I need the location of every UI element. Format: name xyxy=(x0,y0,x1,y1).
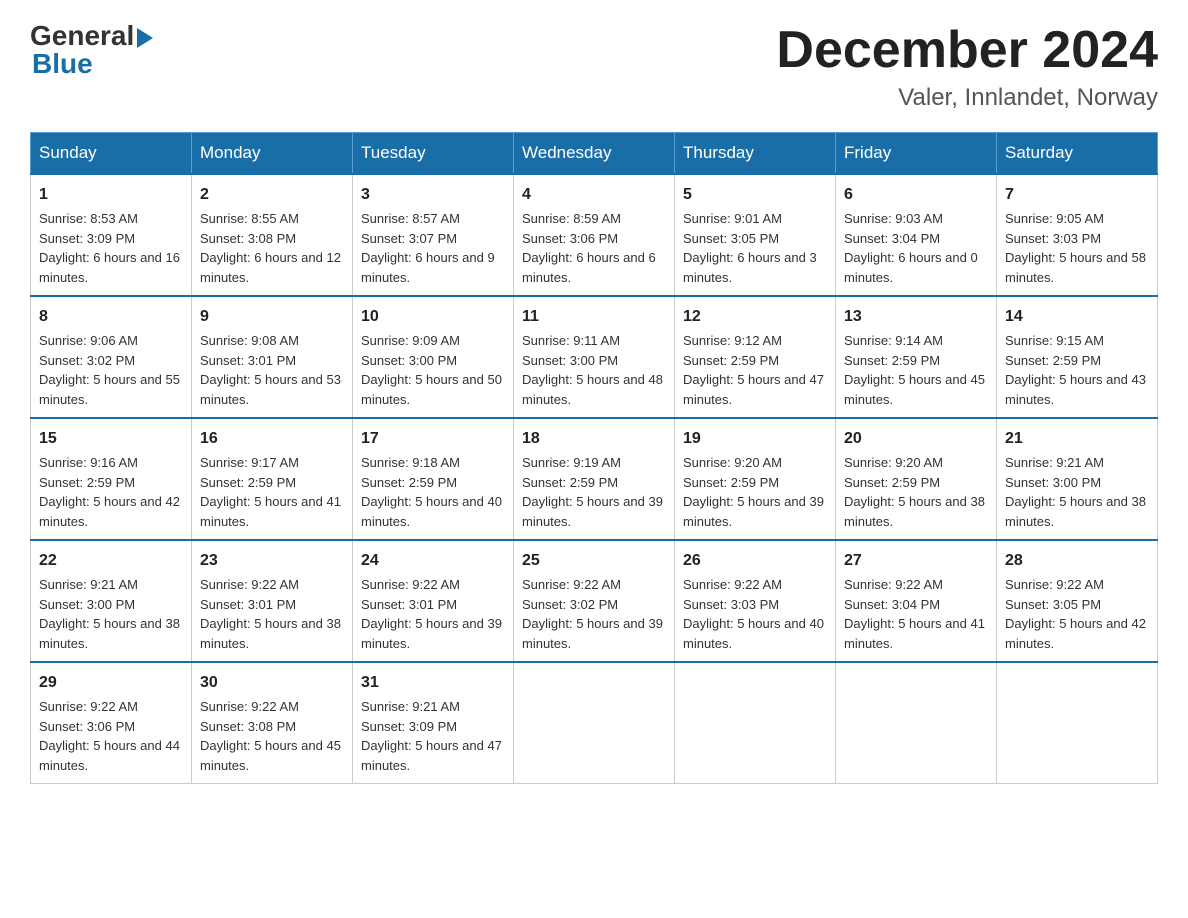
day-number: 24 xyxy=(361,549,505,573)
day-number: 16 xyxy=(200,427,344,451)
day-number: 6 xyxy=(844,183,988,207)
calendar-cell: 15Sunrise: 9:16 AMSunset: 2:59 PMDayligh… xyxy=(31,418,192,540)
day-number: 17 xyxy=(361,427,505,451)
calendar-cell: 8Sunrise: 9:06 AMSunset: 3:02 PMDaylight… xyxy=(31,296,192,418)
day-number: 23 xyxy=(200,549,344,573)
calendar-cell xyxy=(836,662,997,784)
calendar-cell xyxy=(675,662,836,784)
page-header: General Blue December 2024 Valer, Innlan… xyxy=(30,20,1158,112)
day-number: 30 xyxy=(200,671,344,695)
calendar-cell: 2Sunrise: 8:55 AMSunset: 3:08 PMDaylight… xyxy=(192,174,353,296)
title-section: December 2024 Valer, Innlandet, Norway xyxy=(776,20,1158,112)
calendar-cell: 7Sunrise: 9:05 AMSunset: 3:03 PMDaylight… xyxy=(997,174,1158,296)
week-row-1: 1Sunrise: 8:53 AMSunset: 3:09 PMDaylight… xyxy=(31,174,1158,296)
calendar-cell: 26Sunrise: 9:22 AMSunset: 3:03 PMDayligh… xyxy=(675,540,836,662)
calendar-cell: 27Sunrise: 9:22 AMSunset: 3:04 PMDayligh… xyxy=(836,540,997,662)
day-number: 19 xyxy=(683,427,827,451)
day-number: 8 xyxy=(39,305,183,329)
calendar-cell: 5Sunrise: 9:01 AMSunset: 3:05 PMDaylight… xyxy=(675,174,836,296)
calendar-cell: 12Sunrise: 9:12 AMSunset: 2:59 PMDayligh… xyxy=(675,296,836,418)
calendar-cell: 31Sunrise: 9:21 AMSunset: 3:09 PMDayligh… xyxy=(353,662,514,784)
calendar-cell: 1Sunrise: 8:53 AMSunset: 3:09 PMDaylight… xyxy=(31,174,192,296)
logo-arrow-icon xyxy=(137,28,153,48)
calendar-cell: 16Sunrise: 9:17 AMSunset: 2:59 PMDayligh… xyxy=(192,418,353,540)
calendar-cell: 13Sunrise: 9:14 AMSunset: 2:59 PMDayligh… xyxy=(836,296,997,418)
calendar-table: SundayMondayTuesdayWednesdayThursdayFrid… xyxy=(30,132,1158,784)
day-number: 22 xyxy=(39,549,183,573)
calendar-cell: 25Sunrise: 9:22 AMSunset: 3:02 PMDayligh… xyxy=(514,540,675,662)
calendar-cell: 19Sunrise: 9:20 AMSunset: 2:59 PMDayligh… xyxy=(675,418,836,540)
calendar-cell: 9Sunrise: 9:08 AMSunset: 3:01 PMDaylight… xyxy=(192,296,353,418)
day-number: 29 xyxy=(39,671,183,695)
day-number: 27 xyxy=(844,549,988,573)
day-number: 20 xyxy=(844,427,988,451)
day-number: 2 xyxy=(200,183,344,207)
calendar-header-row: SundayMondayTuesdayWednesdayThursdayFrid… xyxy=(31,133,1158,175)
day-number: 25 xyxy=(522,549,666,573)
calendar-cell: 29Sunrise: 9:22 AMSunset: 3:06 PMDayligh… xyxy=(31,662,192,784)
day-number: 21 xyxy=(1005,427,1149,451)
calendar-cell xyxy=(514,662,675,784)
week-row-3: 15Sunrise: 9:16 AMSunset: 2:59 PMDayligh… xyxy=(31,418,1158,540)
day-number: 4 xyxy=(522,183,666,207)
day-number: 11 xyxy=(522,305,666,329)
day-number: 26 xyxy=(683,549,827,573)
day-number: 28 xyxy=(1005,549,1149,573)
column-header-wednesday: Wednesday xyxy=(514,133,675,175)
calendar-cell: 18Sunrise: 9:19 AMSunset: 2:59 PMDayligh… xyxy=(514,418,675,540)
logo-blue-text: Blue xyxy=(32,48,93,80)
calendar-cell: 21Sunrise: 9:21 AMSunset: 3:00 PMDayligh… xyxy=(997,418,1158,540)
calendar-cell: 11Sunrise: 9:11 AMSunset: 3:00 PMDayligh… xyxy=(514,296,675,418)
calendar-cell: 14Sunrise: 9:15 AMSunset: 2:59 PMDayligh… xyxy=(997,296,1158,418)
day-number: 31 xyxy=(361,671,505,695)
day-number: 9 xyxy=(200,305,344,329)
calendar-cell: 28Sunrise: 9:22 AMSunset: 3:05 PMDayligh… xyxy=(997,540,1158,662)
day-number: 3 xyxy=(361,183,505,207)
calendar-cell: 4Sunrise: 8:59 AMSunset: 3:06 PMDaylight… xyxy=(514,174,675,296)
day-number: 14 xyxy=(1005,305,1149,329)
column-header-tuesday: Tuesday xyxy=(353,133,514,175)
day-number: 12 xyxy=(683,305,827,329)
day-number: 15 xyxy=(39,427,183,451)
day-number: 7 xyxy=(1005,183,1149,207)
day-number: 18 xyxy=(522,427,666,451)
column-header-sunday: Sunday xyxy=(31,133,192,175)
column-header-friday: Friday xyxy=(836,133,997,175)
calendar-cell: 20Sunrise: 9:20 AMSunset: 2:59 PMDayligh… xyxy=(836,418,997,540)
week-row-2: 8Sunrise: 9:06 AMSunset: 3:02 PMDaylight… xyxy=(31,296,1158,418)
week-row-4: 22Sunrise: 9:21 AMSunset: 3:00 PMDayligh… xyxy=(31,540,1158,662)
day-number: 13 xyxy=(844,305,988,329)
calendar-cell: 22Sunrise: 9:21 AMSunset: 3:00 PMDayligh… xyxy=(31,540,192,662)
day-number: 1 xyxy=(39,183,183,207)
calendar-cell: 23Sunrise: 9:22 AMSunset: 3:01 PMDayligh… xyxy=(192,540,353,662)
month-title: December 2024 xyxy=(776,20,1158,80)
location-title: Valer, Innlandet, Norway xyxy=(776,84,1158,112)
column-header-monday: Monday xyxy=(192,133,353,175)
day-number: 5 xyxy=(683,183,827,207)
calendar-cell: 17Sunrise: 9:18 AMSunset: 2:59 PMDayligh… xyxy=(353,418,514,540)
calendar-cell: 3Sunrise: 8:57 AMSunset: 3:07 PMDaylight… xyxy=(353,174,514,296)
column-header-saturday: Saturday xyxy=(997,133,1158,175)
calendar-cell: 6Sunrise: 9:03 AMSunset: 3:04 PMDaylight… xyxy=(836,174,997,296)
calendar-cell: 30Sunrise: 9:22 AMSunset: 3:08 PMDayligh… xyxy=(192,662,353,784)
calendar-cell xyxy=(997,662,1158,784)
column-header-thursday: Thursday xyxy=(675,133,836,175)
logo: General Blue xyxy=(30,20,153,80)
calendar-cell: 10Sunrise: 9:09 AMSunset: 3:00 PMDayligh… xyxy=(353,296,514,418)
day-number: 10 xyxy=(361,305,505,329)
calendar-cell: 24Sunrise: 9:22 AMSunset: 3:01 PMDayligh… xyxy=(353,540,514,662)
week-row-5: 29Sunrise: 9:22 AMSunset: 3:06 PMDayligh… xyxy=(31,662,1158,784)
